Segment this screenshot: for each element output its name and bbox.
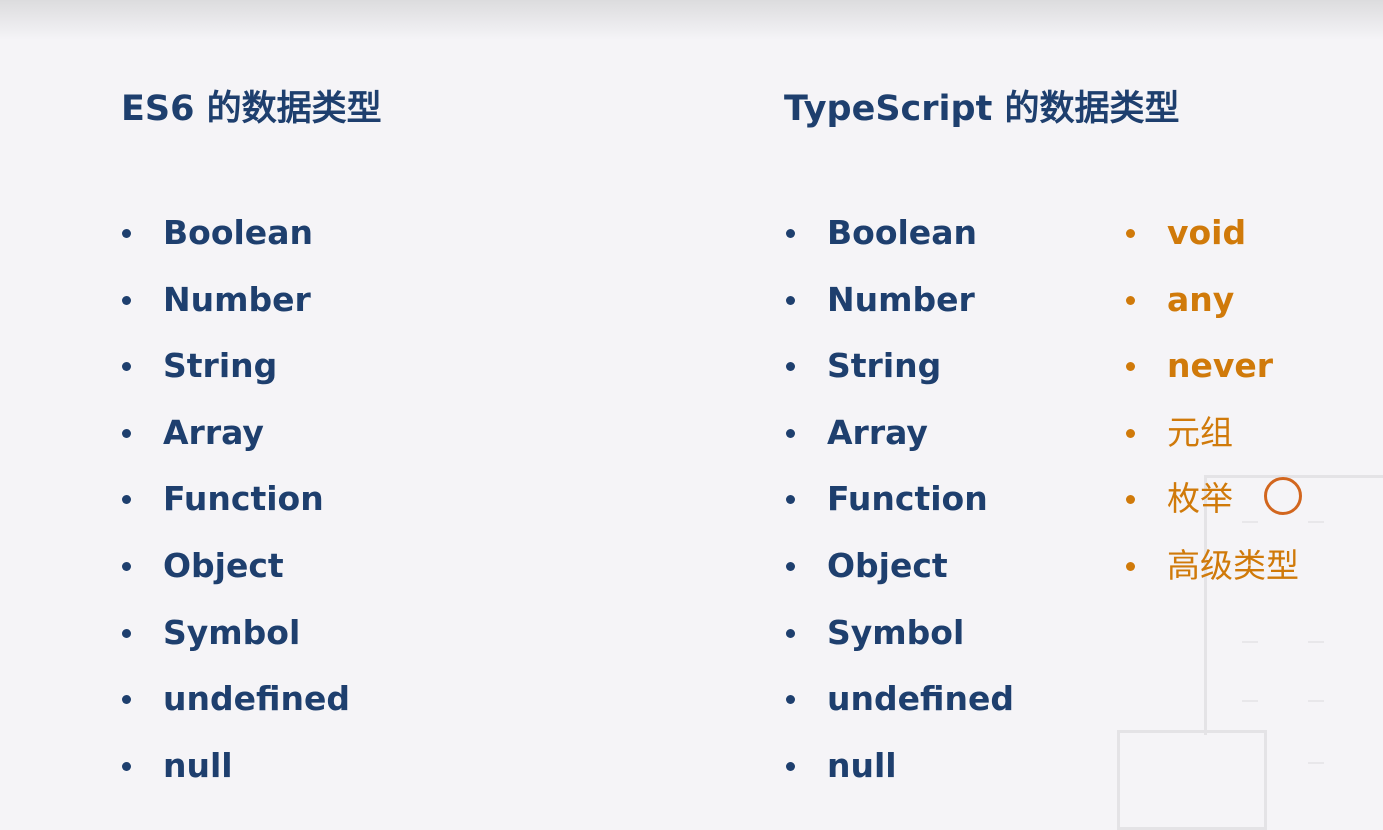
grid-dash (1308, 641, 1324, 643)
bullet-icon (786, 628, 795, 638)
item-label: Boolean (827, 213, 977, 252)
list-item: 元组 (1126, 400, 1299, 467)
item-label: Object (827, 545, 948, 585)
bullet-icon (122, 561, 131, 571)
list-item: Function (122, 466, 350, 533)
bullet-icon (1126, 362, 1135, 372)
item-label: Array (163, 412, 264, 452)
bullet-icon (122, 628, 131, 638)
es6-type-list: Boolean Number String Array Function Obj… (122, 200, 350, 799)
background-frame (1117, 730, 1267, 830)
bullet-icon (122, 362, 131, 372)
bullet-icon (1126, 561, 1135, 571)
item-label: Function (163, 479, 324, 519)
list-item: Object (122, 533, 350, 600)
list-item: null (122, 733, 350, 800)
item-label: Number (827, 279, 975, 319)
bullet-icon (786, 362, 795, 372)
list-item: undefined (786, 666, 1014, 733)
list-item: String (786, 333, 1014, 400)
top-shade (0, 0, 1383, 40)
item-label: 枚举 (1167, 479, 1233, 519)
list-item: Function (786, 466, 1014, 533)
grid-dash (1308, 700, 1324, 702)
item-label: undefined (163, 679, 350, 719)
bullet-icon (1126, 495, 1135, 505)
list-item: 高级类型 (1126, 533, 1299, 600)
bullet-icon (786, 695, 795, 705)
item-label: Symbol (163, 612, 301, 652)
list-item: Object (786, 533, 1014, 600)
item-label: String (827, 346, 942, 386)
grid-dash (1242, 700, 1258, 702)
list-item: any (1126, 267, 1299, 334)
item-label: null (827, 745, 897, 785)
bullet-icon (122, 761, 131, 771)
item-label: 元组 (1167, 412, 1233, 452)
list-item: Symbol (122, 600, 350, 667)
item-label: Function (827, 479, 988, 519)
grid-dash (1242, 641, 1258, 643)
bullet-icon (1126, 229, 1135, 238)
bullet-icon (122, 495, 131, 505)
list-item: Array (122, 400, 350, 467)
item-label: Number (163, 279, 311, 319)
list-item: void (1126, 200, 1299, 267)
bullet-icon (786, 495, 795, 505)
list-item: Boolean (122, 200, 350, 267)
bullet-icon (122, 295, 131, 305)
bullet-icon (786, 229, 795, 238)
bullet-icon (122, 428, 131, 438)
typescript-type-list: Boolean Number String Array Function Obj… (786, 200, 1014, 799)
item-label: Object (163, 545, 284, 585)
list-item: Number (786, 267, 1014, 334)
list-item: null (786, 733, 1014, 800)
item-label: never (1167, 346, 1274, 386)
typescript-extra-type-list: void any never 元组 枚举 高级类型 (1126, 200, 1299, 600)
bullet-icon (786, 295, 795, 305)
item-label: null (163, 745, 233, 785)
list-item: String (122, 333, 350, 400)
list-item: Array (786, 400, 1014, 467)
item-label: Array (827, 412, 928, 452)
bullet-icon (786, 561, 795, 571)
grid-dash (1308, 762, 1324, 764)
list-item: Symbol (786, 600, 1014, 667)
typescript-heading: TypeScript 的数据类型 (784, 89, 1180, 129)
bullet-icon (122, 695, 131, 705)
item-label: void (1167, 213, 1247, 252)
bullet-icon (786, 428, 795, 438)
item-label: any (1167, 279, 1235, 319)
list-item: Boolean (786, 200, 1014, 267)
bullet-icon (786, 761, 795, 771)
grid-dash (1308, 521, 1324, 523)
list-item: never (1126, 333, 1299, 400)
cursor-highlight-icon (1264, 477, 1302, 515)
item-label: Symbol (827, 612, 965, 652)
bullet-icon (1126, 428, 1135, 438)
es6-heading: ES6 的数据类型 (121, 89, 382, 129)
bullet-icon (1126, 295, 1135, 305)
bullet-icon (122, 229, 131, 238)
item-label: undefined (827, 679, 1014, 719)
item-label: String (163, 346, 278, 386)
list-item: undefined (122, 666, 350, 733)
item-label: Boolean (163, 213, 313, 252)
item-label: 高级类型 (1167, 545, 1299, 585)
list-item: Number (122, 267, 350, 334)
